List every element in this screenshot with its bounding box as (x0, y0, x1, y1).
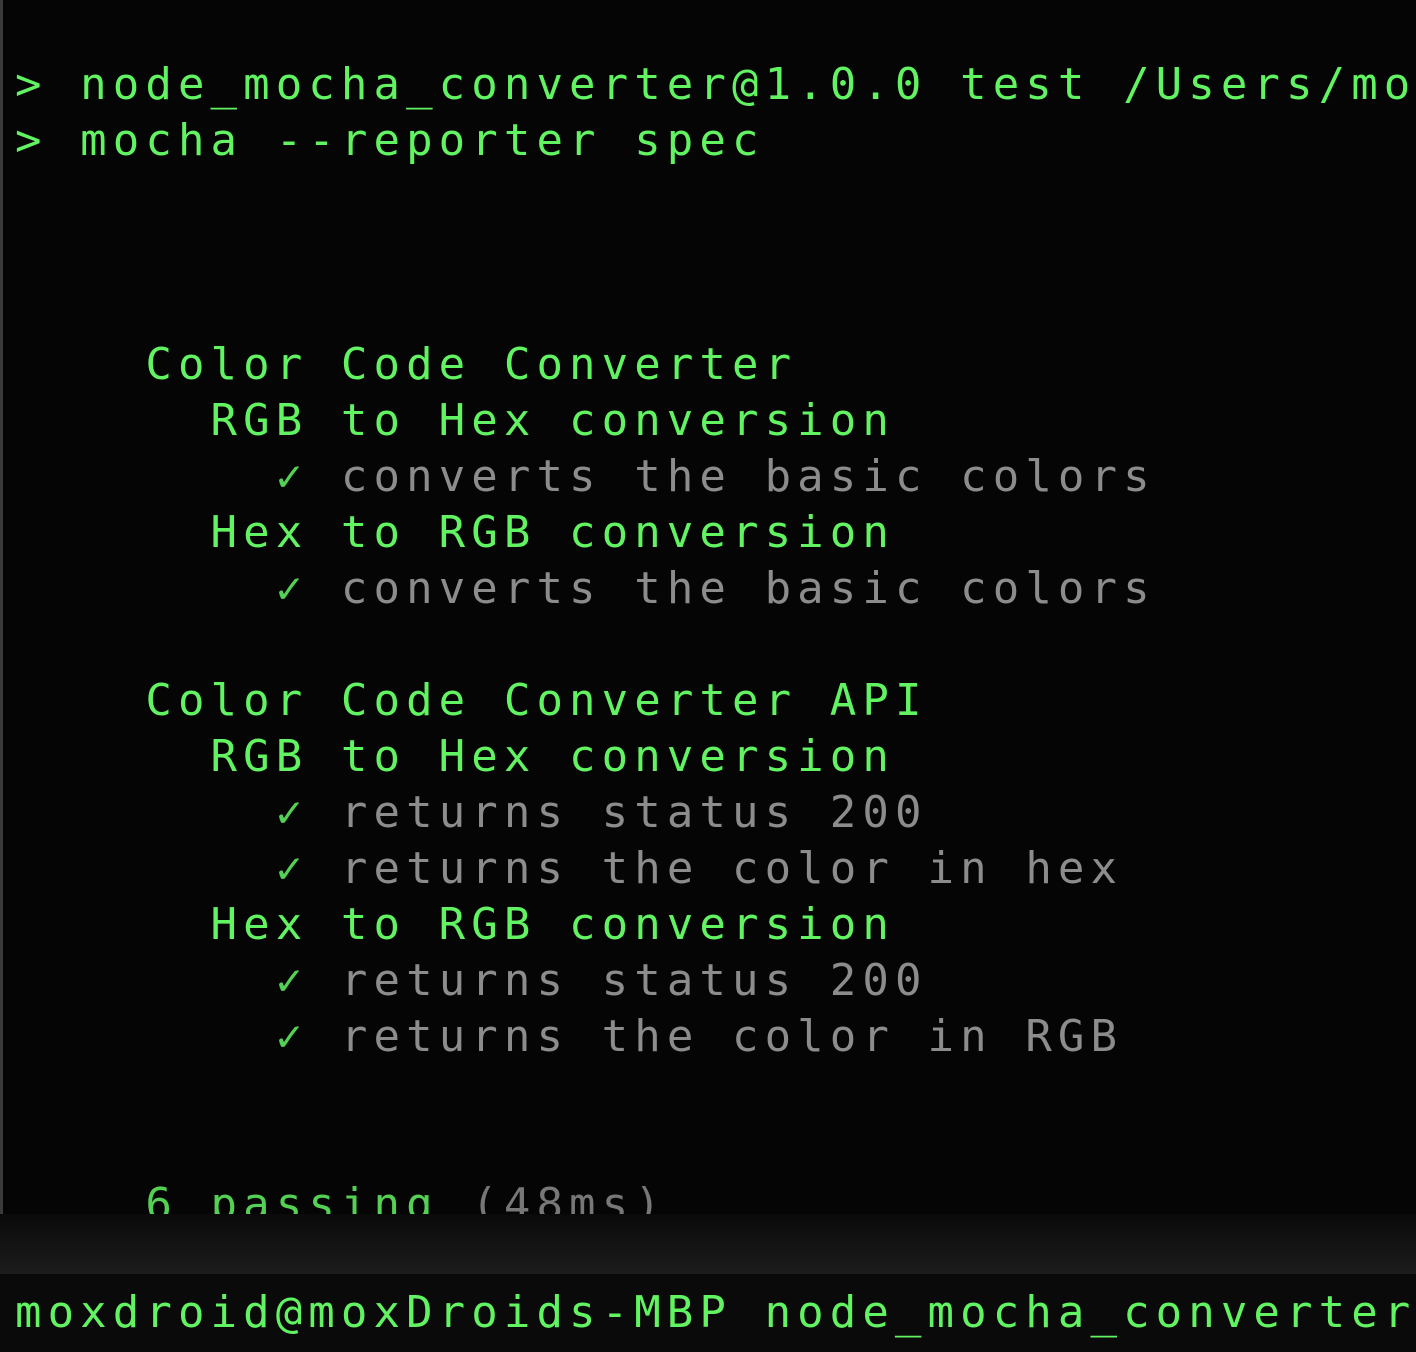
test-result: ✓ returns status 200 (15, 953, 928, 1009)
group-title: RGB to Hex conversion (15, 729, 895, 785)
check-icon: ✓ (275, 787, 309, 838)
group-title-text: Hex to RGB conversion (210, 899, 895, 950)
test-name: converts the basic colors (340, 563, 1156, 614)
group-title: RGB to Hex conversion (15, 393, 895, 449)
test-result: ✓ returns status 200 (15, 785, 928, 841)
command-line-2: > mocha --reporter spec (15, 115, 765, 166)
test-result: ✓ converts the basic colors (15, 561, 1156, 617)
test-name: returns status 200 (340, 955, 928, 1006)
suite-title: Color Code Converter (15, 337, 797, 393)
terminal-window[interactable]: > node_mocha_converter@1.0.0 test /Users… (0, 0, 1416, 1352)
window-border (0, 0, 3, 1214)
test-name: returns the color in RGB (340, 1011, 1124, 1062)
check-icon: ✓ (275, 955, 309, 1006)
window-shadow (0, 1214, 1416, 1274)
group-title-text: RGB to Hex conversion (210, 731, 895, 782)
test-name: returns status 200 (340, 787, 928, 838)
group-title-text: Hex to RGB conversion (210, 507, 895, 558)
group-title-text: RGB to Hex conversion (210, 395, 895, 446)
suite-title-text: Color Code Converter (145, 339, 798, 390)
check-icon: ✓ (275, 563, 309, 614)
check-icon: ✓ (275, 1011, 309, 1062)
test-name: returns the color in hex (340, 843, 1124, 894)
test-result: ✓ returns the color in RGB (15, 1009, 1123, 1065)
shell-prompt[interactable]: moxdroid@moxDroids-MBP node_mocha_conver… (15, 1285, 1416, 1341)
test-result: ✓ converts the basic colors (15, 449, 1156, 505)
test-result: ✓ returns the color in hex (15, 841, 1123, 897)
command-line-1: > node_mocha_converter@1.0.0 test /Users… (15, 59, 1416, 110)
check-icon: ✓ (275, 843, 309, 894)
group-title: Hex to RGB conversion (15, 897, 895, 953)
suite-title: Color Code Converter API (15, 673, 928, 729)
suite-title-text: Color Code Converter API (145, 675, 928, 726)
check-icon: ✓ (275, 451, 309, 502)
group-title: Hex to RGB conversion (15, 505, 895, 561)
test-name: converts the basic colors (340, 451, 1156, 502)
prompt-area[interactable]: moxdroid@moxDroids-MBP node_mocha_conver… (0, 1274, 1416, 1352)
